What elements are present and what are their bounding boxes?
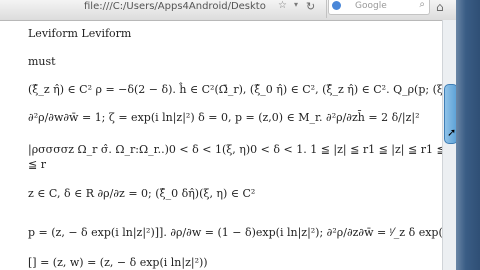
browser-toolbar: file:///C:/Users/Apps4Android/Deskto ☆ ▾… — [0, 0, 480, 21]
search-icon[interactable]: ⌕ — [419, 0, 425, 10]
vertical-scrollbar[interactable] — [442, 20, 457, 270]
history-dropdown-icon[interactable]: ▾ — [294, 0, 298, 9]
formula-line-3: |ρσσσσz Ω_r σ̂. Ω_r:Ω_r..)0 < δ < 1(ξ, η… — [28, 143, 463, 156]
text-line-1: must — [28, 55, 56, 68]
formula-line-5: z ∈ C, δ ∈ R ∂ρ/∂z = 0; (ξ̂_0 δη̂)(ξ, η)… — [28, 187, 256, 200]
home-icon[interactable]: ⌂ — [436, 0, 444, 14]
window-frame — [456, 0, 480, 270]
search-placeholder: Google — [355, 1, 387, 11]
formula-line-6: p = (z, − δ exp(i ln|z|²)]]. ∂ρ/∂w = (1 … — [28, 226, 480, 239]
formula-line-2: ∂²ρ/∂w∂w̄ = 1; ζ = exp(i ln|z|²) δ = 0, … — [28, 111, 420, 124]
page-title: Leviform Leviform — [28, 27, 132, 40]
formula-line-1: (ξ̂_z η̂) ∈ C² ρ = −δ(2 − δ). ĥ ∈ C²(Ω̄_… — [28, 83, 466, 96]
cursor-icon: ➚ — [447, 126, 457, 139]
formula-line-7: [] = (z, w) = (z, − δ exp(i ln|z|²)) — [28, 256, 208, 269]
formula-line-4: ≦ r — [28, 158, 46, 171]
refresh-icon[interactable]: ↻ — [306, 0, 315, 13]
search-box[interactable]: Google ⌕ — [328, 0, 430, 15]
google-icon — [332, 1, 341, 10]
bookmark-star-icon[interactable]: ☆ — [278, 0, 287, 11]
url-text[interactable]: file:///C:/Users/Apps4Android/Deskto — [84, 0, 266, 14]
